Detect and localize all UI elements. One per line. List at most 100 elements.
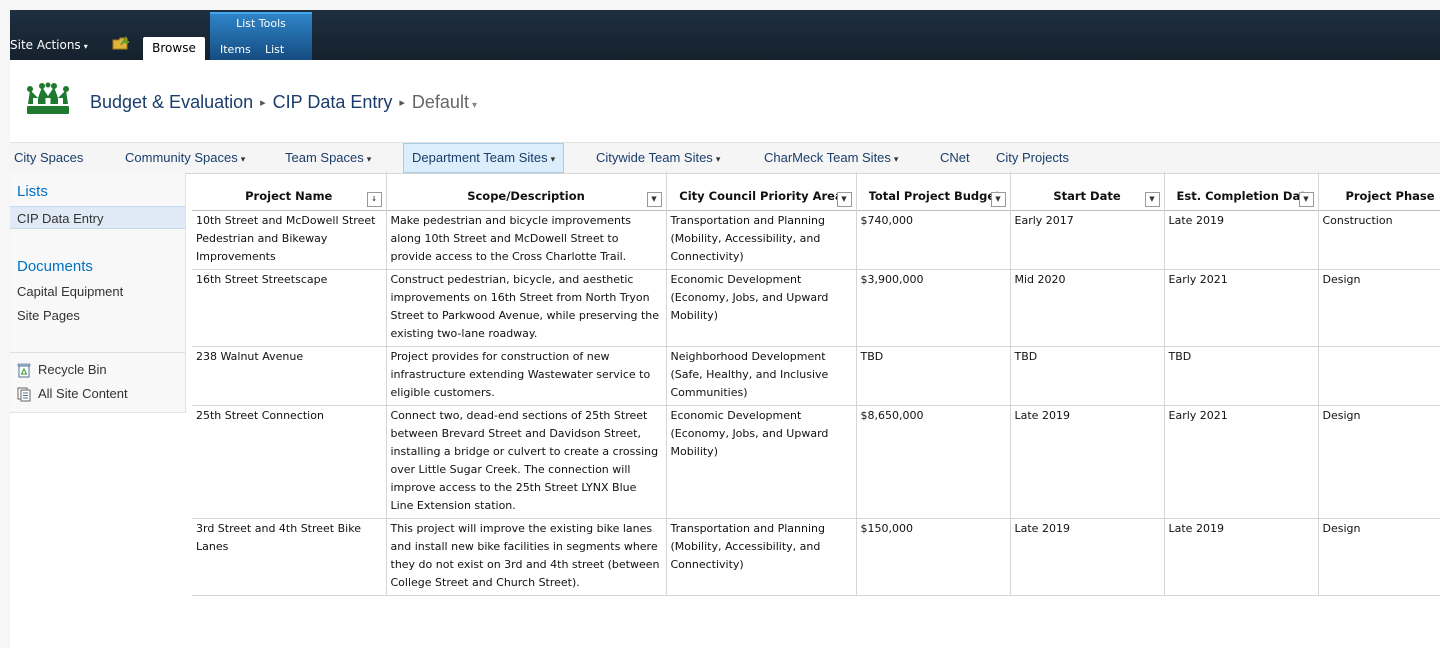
- quick-launch-item-site-pages[interactable]: Site Pages: [17, 308, 80, 323]
- column-header-scope[interactable]: Scope/Description ▼: [386, 172, 667, 211]
- nav-item-city-projects[interactable]: City Projects: [996, 143, 1069, 173]
- view-selector[interactable]: Default ▾: [412, 92, 477, 112]
- nav-item-department-team-sites[interactable]: Department Team Sites ▾: [403, 143, 565, 173]
- breadcrumb-site[interactable]: Budget & Evaluation: [90, 92, 253, 112]
- crown-logo-icon[interactable]: [24, 82, 72, 118]
- breadcrumb: Budget & Evaluation ▸ CIP Data Entry ▸ Defau…: [90, 92, 477, 113]
- cell-completion-date[interactable]: TBD: [1164, 346, 1319, 406]
- nav-item-citywide-team-sites[interactable]: Citywide Team Sites ▾: [596, 143, 720, 173]
- top-margin: [0, 0, 1440, 10]
- nav-item-cnet[interactable]: CNet: [940, 143, 970, 173]
- table-row[interactable]: 25th Street Connection Connect two, dead…: [192, 405, 1440, 519]
- list-tools-caption: List Tools: [236, 17, 286, 30]
- filter-dropdown-icon[interactable]: ▼: [836, 192, 852, 207]
- cell-completion-date[interactable]: Early 2021: [1164, 405, 1319, 519]
- quick-launch-item-capital-equipment[interactable]: Capital Equipment: [17, 284, 123, 299]
- cell-priority-area[interactable]: Transportation and Planning (Mobility, A…: [666, 210, 857, 270]
- cell-project-phase[interactable]: [1318, 346, 1440, 406]
- filter-dropdown-icon[interactable]: ▼: [646, 192, 662, 207]
- ribbon-bar: Site Actions ▾ Browse List Tools Items Li…: [10, 10, 1440, 62]
- cell-project-phase[interactable]: Construction: [1318, 210, 1440, 270]
- nav-item-charmeck-team-sites[interactable]: CharMeck Team Sites ▾: [764, 143, 898, 173]
- cell-project-name[interactable]: 16th Street Streetscape: [192, 269, 387, 347]
- breadcrumb-list[interactable]: CIP Data Entry: [273, 92, 393, 112]
- nav-item-label: City Spaces: [14, 150, 84, 165]
- table-row[interactable]: 238 Walnut Avenue Project provides for c…: [192, 346, 1440, 406]
- column-header-label: Total Project Budget: [868, 189, 998, 203]
- filter-dropdown-icon[interactable]: ▼: [1144, 192, 1160, 207]
- cell-project-name[interactable]: 10th Street and McDowell Street Pedestri…: [192, 210, 387, 270]
- recycle-bin-link[interactable]: Recycle Bin: [38, 362, 107, 377]
- datasheet-table: Project Name ↓ Scope/Description ▼ City Co…: [192, 172, 1440, 596]
- column-header-label: Start Date: [1053, 189, 1121, 203]
- nav-item-community-spaces[interactable]: Community Spaces ▾: [125, 143, 245, 173]
- cell-project-phase[interactable]: Design: [1318, 518, 1440, 596]
- table-row[interactable]: 10th Street and McDowell Street Pedestri…: [192, 210, 1440, 270]
- cell-scope[interactable]: Construct pedestrian, bicycle, and aesth…: [386, 269, 667, 347]
- cell-priority-area[interactable]: Economic Development (Economy, Jobs, and…: [666, 405, 857, 519]
- cell-project-phase[interactable]: Design: [1318, 269, 1440, 347]
- cell-total-budget[interactable]: $8,650,000: [856, 405, 1011, 519]
- column-header-project-phase[interactable]: Project Phase▼: [1318, 172, 1440, 211]
- column-header-completion-date[interactable]: Est. Completion Date ▼: [1164, 172, 1319, 211]
- nav-item-team-spaces[interactable]: Team Spaces ▾: [285, 143, 371, 173]
- cell-start-date[interactable]: TBD: [1010, 346, 1165, 406]
- column-header-project-name[interactable]: Project Name ↓: [192, 172, 387, 211]
- quick-launch-documents-heading[interactable]: Documents: [17, 258, 93, 275]
- quick-launch-item-cip-data-entry[interactable]: CIP Data Entry: [10, 206, 185, 229]
- tab-browse[interactable]: Browse: [143, 37, 205, 60]
- cell-completion-date[interactable]: Late 2019: [1164, 518, 1319, 596]
- cell-project-name[interactable]: 3rd Street and 4th Street Bike Lanes: [192, 518, 387, 596]
- cell-project-phase[interactable]: Design: [1318, 405, 1440, 519]
- tab-items[interactable]: Items: [220, 43, 251, 56]
- cell-completion-date[interactable]: Late 2019: [1164, 210, 1319, 270]
- cell-project-name[interactable]: 238 Walnut Avenue: [192, 346, 387, 406]
- chevron-down-icon: ▾: [83, 42, 88, 51]
- filter-dropdown-icon[interactable]: ▼: [990, 192, 1006, 207]
- cell-scope[interactable]: Make pedestrian and bicycle improvements…: [386, 210, 667, 270]
- all-site-content-link[interactable]: All Site Content: [38, 386, 128, 401]
- table-row[interactable]: 16th Street Streetscape Construct pedest…: [192, 269, 1440, 347]
- sort-filter-icon[interactable]: ↓: [366, 192, 382, 207]
- cell-scope[interactable]: Project provides for construction of new…: [386, 346, 667, 406]
- cell-start-date[interactable]: Late 2019: [1010, 518, 1165, 596]
- cell-priority-area[interactable]: Neighborhood Development (Safe, Healthy,…: [666, 346, 857, 406]
- nav-item-label: CharMeck Team Sites: [764, 150, 891, 165]
- navigate-up-icon[interactable]: [112, 35, 130, 51]
- column-header-label: City Council Priority Area: [679, 189, 843, 203]
- column-header-start-date[interactable]: Start Date ▼: [1010, 172, 1165, 211]
- chevron-down-icon: ▾: [240, 154, 246, 164]
- nav-item-label: Community Spaces: [125, 150, 238, 165]
- cell-total-budget[interactable]: TBD: [856, 346, 1011, 406]
- quick-launch: Lists CIP Data Entry Documents Capital E…: [10, 172, 186, 413]
- table-row[interactable]: 3rd Street and 4th Street Bike Lanes Thi…: [192, 518, 1440, 596]
- chevron-down-icon: ▾: [715, 154, 721, 164]
- tab-list[interactable]: List: [265, 43, 284, 56]
- filter-dropdown-icon[interactable]: ▼: [1298, 192, 1314, 207]
- quick-launch-divider: [10, 352, 185, 353]
- cell-start-date[interactable]: Late 2019: [1010, 405, 1165, 519]
- column-header-label: Scope/Description: [467, 189, 585, 203]
- cell-start-date[interactable]: Early 2017: [1010, 210, 1165, 270]
- nav-item-label: Team Spaces: [285, 150, 364, 165]
- nav-item-city-spaces[interactable]: City Spaces: [14, 143, 83, 173]
- cell-scope[interactable]: Connect two, dead-end sections of 25th S…: [386, 405, 667, 519]
- cell-priority-area[interactable]: Transportation and Planning (Mobility, A…: [666, 518, 857, 596]
- cell-total-budget[interactable]: $3,900,000: [856, 269, 1011, 347]
- column-header-label: Est. Completion Date: [1176, 189, 1306, 203]
- nav-item-label: CNet: [940, 150, 970, 165]
- recycle-bin-icon: [17, 363, 31, 378]
- nav-item-label: Citywide Team Sites: [596, 150, 713, 165]
- cell-scope[interactable]: This project will improve the existing b…: [386, 518, 667, 596]
- quick-launch-lists-heading[interactable]: Lists: [17, 183, 48, 200]
- site-actions-menu[interactable]: Site Actions ▾: [10, 38, 88, 52]
- cell-start-date[interactable]: Mid 2020: [1010, 269, 1165, 347]
- cell-total-budget[interactable]: $740,000: [856, 210, 1011, 270]
- cell-total-budget[interactable]: $150,000: [856, 518, 1011, 596]
- column-header-total-budget[interactable]: Total Project Budget ▼: [856, 172, 1011, 211]
- cell-priority-area[interactable]: Economic Development (Economy, Jobs, and…: [666, 269, 857, 347]
- cell-project-name[interactable]: 25th Street Connection: [192, 405, 387, 519]
- cell-completion-date[interactable]: Early 2021: [1164, 269, 1319, 347]
- column-header-priority-area[interactable]: City Council Priority Area ▼: [666, 172, 857, 211]
- left-margin: [0, 10, 10, 648]
